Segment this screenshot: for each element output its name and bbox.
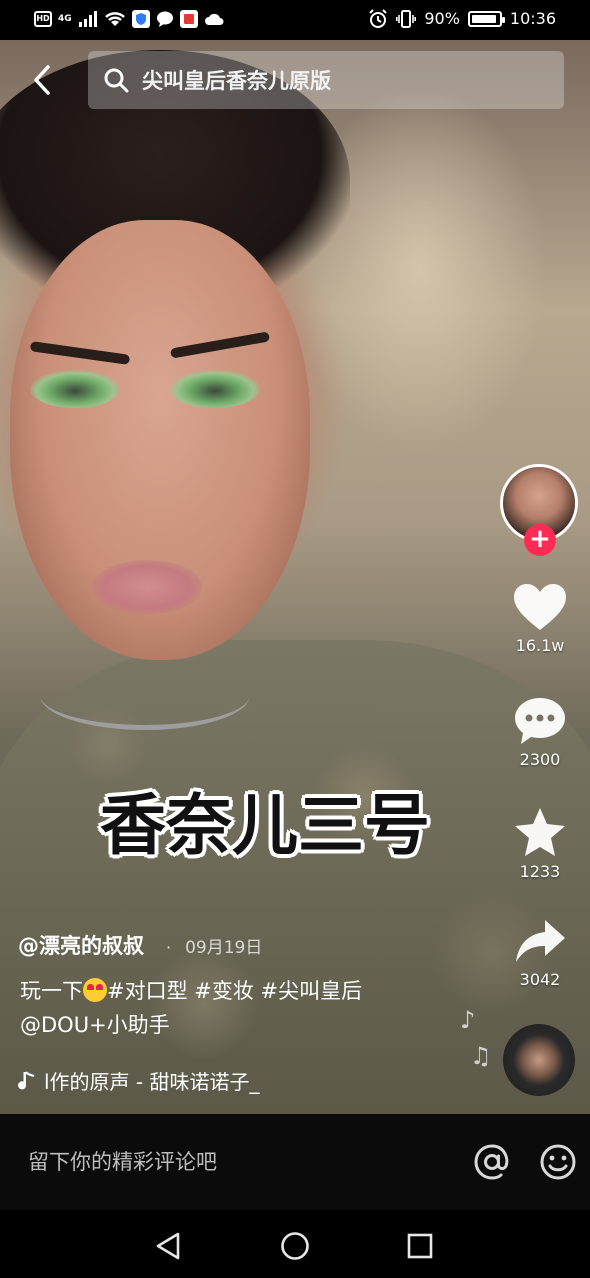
shield-app-icon	[131, 10, 150, 28]
comment-bar: 留下你的精彩评论吧	[0, 1114, 590, 1210]
follow-button[interactable]: +	[524, 524, 556, 556]
music-note-float-icon: ♪	[460, 1006, 476, 1034]
video-overlay-title: 香奈儿三号	[100, 787, 430, 864]
heart-icon	[514, 584, 566, 630]
share-count: 3042	[519, 970, 561, 989]
favorite-button[interactable]: 1233	[500, 806, 580, 881]
star-icon	[515, 808, 565, 856]
like-count: 16.1w	[515, 636, 565, 655]
chevron-left-icon	[34, 65, 50, 95]
author-avatar[interactable]: +	[500, 464, 578, 556]
battery-percent: 90%	[424, 9, 460, 28]
video-necklace	[40, 660, 250, 730]
share-arrow-icon	[516, 920, 565, 962]
comment-count: 2300	[519, 750, 561, 769]
share-button[interactable]: 3042	[500, 918, 580, 989]
heart-eyes-emoji-icon	[83, 978, 107, 1002]
caption-text: 玩一下	[20, 979, 83, 1003]
network-type: 4G	[58, 14, 72, 24]
hd-icon: HD	[34, 11, 52, 27]
comment-input[interactable]: 留下你的精彩评论吧	[28, 1146, 217, 1176]
cloud-icon	[204, 13, 224, 25]
signal-icon	[78, 11, 97, 27]
search-query: 尖叫皇后香奈儿原版	[142, 69, 331, 93]
nav-back-button[interactable]	[150, 1228, 186, 1264]
author-name[interactable]: @漂亮的叔叔	[18, 930, 144, 960]
video-eye-left	[30, 370, 120, 408]
author-row: @漂亮的叔叔 · 09月19日	[18, 930, 262, 960]
video-lips	[92, 560, 202, 614]
search-bar[interactable]: 尖叫皇后香奈儿原版	[88, 51, 564, 109]
status-right-icons: 90% 10:36	[368, 8, 556, 30]
separator-dot: ·	[166, 938, 172, 957]
system-nav-bar	[0, 1210, 590, 1278]
battery-icon	[467, 11, 505, 27]
music-disc[interactable]	[503, 1024, 575, 1096]
search-icon	[102, 66, 130, 94]
post-date: 09月19日	[185, 938, 263, 958]
status-bar: HD 4G 90% 10:36	[0, 0, 590, 40]
square-recents-icon	[407, 1233, 433, 1259]
clock: 10:36	[509, 9, 556, 28]
favorite-count: 1233	[519, 862, 561, 881]
status-left-icons: HD 4G	[34, 10, 224, 28]
chat-app-icon	[156, 11, 173, 27]
triangle-back-icon	[156, 1232, 180, 1260]
wifi-icon	[104, 12, 125, 26]
back-button[interactable]	[24, 62, 60, 98]
at-button[interactable]	[470, 1140, 514, 1184]
emoji-button[interactable]	[536, 1140, 580, 1184]
music-note-icon	[18, 1070, 35, 1089]
caption-hashtags[interactable]: #对口型 #变妆 #尖叫皇后	[107, 979, 362, 1003]
like-button[interactable]: 16.1w	[500, 582, 580, 655]
post-caption: 玩一下 #对口型 #变妆 #尖叫皇后 @DOU+小助手	[20, 974, 440, 1042]
caption-mention[interactable]: @DOU+小助手	[20, 1013, 170, 1037]
music-title: l作的原声 - 甜味诺诺子_	[44, 1070, 260, 1094]
smiley-icon	[540, 1144, 576, 1180]
at-sign-icon	[474, 1144, 509, 1180]
vibrate-icon	[396, 10, 417, 28]
comment-bubble-icon	[515, 698, 565, 744]
alarm-icon	[369, 9, 388, 28]
nav-recents-button[interactable]	[402, 1228, 438, 1264]
circle-home-icon	[281, 1232, 309, 1260]
comment-button[interactable]: 2300	[500, 696, 580, 769]
nav-home-button[interactable]	[277, 1228, 313, 1264]
red-app-icon	[179, 10, 198, 28]
video-eye-right	[170, 370, 260, 408]
music-note-float-icon: ♫	[470, 1042, 492, 1070]
music-row[interactable]: l作的原声 - 甜味诺诺子_	[18, 1066, 260, 1095]
